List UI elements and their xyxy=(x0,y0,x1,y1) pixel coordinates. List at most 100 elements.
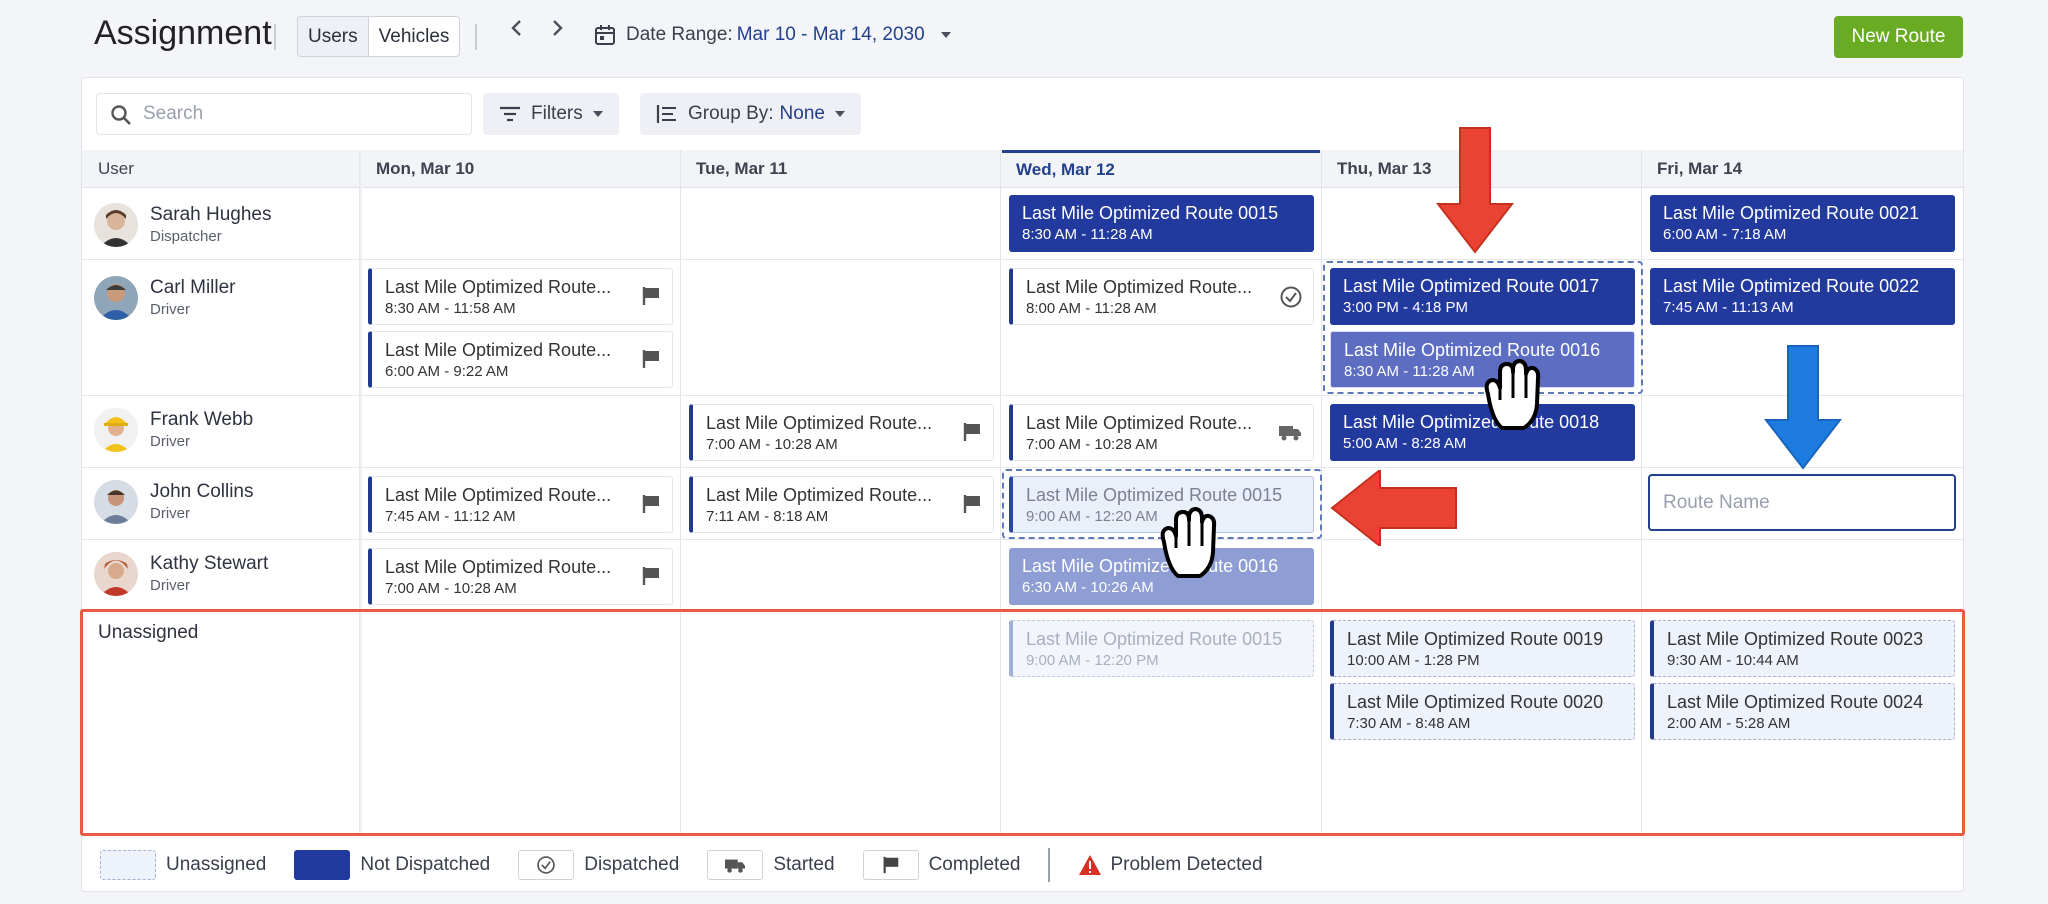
route-name: Last Mile Optimized Route... xyxy=(1026,413,1253,433)
route-card[interactable]: Last Mile Optimized Route... 8:30 AM - 1… xyxy=(368,268,673,325)
row-divider xyxy=(82,467,1963,468)
user-role: Driver xyxy=(150,433,190,450)
user-name: Sarah Hughes xyxy=(150,204,272,225)
route-card[interactable]: Last Mile Optimized Route... 7:45 AM - 1… xyxy=(368,476,673,533)
avatar xyxy=(94,552,138,596)
route-card[interactable]: Last Mile Optimized Route... 6:00 AM - 9… xyxy=(368,331,673,388)
started-truck-icon xyxy=(725,859,746,873)
route-name: Last Mile Optimized Route... xyxy=(706,413,933,433)
user-row-sarah-hughes[interactable]: Sarah Hughes Dispatcher xyxy=(94,203,271,247)
legend-swatch xyxy=(100,850,156,880)
legend-problem-detected: Problem Detected xyxy=(1078,854,1263,876)
started-truck-icon xyxy=(1279,426,1301,441)
route-card-ghost[interactable]: Last Mile Optimized Route 0015 9:00 AM -… xyxy=(1009,620,1314,677)
chevron-left-icon xyxy=(511,20,521,36)
route-time: 3:00 PM - 4:18 PM xyxy=(1343,299,1469,316)
route-card-unassigned[interactable]: Last Mile Optimized Route 0019 10:00 AM … xyxy=(1330,620,1635,677)
completed-flag-icon xyxy=(642,567,659,585)
route-time: 7:00 AM - 10:28 AM xyxy=(1026,436,1158,453)
legend-swatch xyxy=(707,850,764,880)
caret-down-icon xyxy=(940,32,951,38)
row-divider xyxy=(82,539,1963,540)
route-time: 8:00 AM - 11:28 AM xyxy=(1026,300,1157,317)
user-row-frank-webb[interactable]: Frank Webb Driver xyxy=(94,408,253,452)
legend-label: Not Dispatched xyxy=(360,854,491,875)
search-input[interactable] xyxy=(143,100,453,128)
route-time: 9:30 AM - 10:44 AM xyxy=(1667,652,1799,669)
route-name: Last Mile Optimized Route 0023 xyxy=(1667,629,1924,649)
route-time: 7:00 AM - 10:28 AM xyxy=(706,436,838,453)
route-name: Last Mile Optimized Route 0024 xyxy=(1667,692,1924,712)
dispatched-check-icon xyxy=(537,856,555,874)
completed-flag-icon xyxy=(963,495,980,513)
row-divider xyxy=(82,259,1963,260)
route-card[interactable]: Last Mile Optimized Route 0015 8:30 AM -… xyxy=(1009,195,1314,252)
prev-week-button[interactable] xyxy=(502,18,532,44)
route-time: 10:00 AM - 1:28 PM xyxy=(1347,652,1480,669)
arrow-left-red-icon xyxy=(1330,470,1457,546)
user-row-kathy-stewart[interactable]: Kathy Stewart Driver xyxy=(94,552,268,596)
route-time: 8:30 AM - 11:28 AM xyxy=(1022,226,1153,243)
unassigned-row-label: Unassigned xyxy=(98,622,199,643)
route-name-input[interactable] xyxy=(1650,476,1954,529)
route-time: 7:45 AM - 11:13 AM xyxy=(1663,299,1794,316)
date-range-picker[interactable]: Date Range: Mar 10 - Mar 14, 2030 xyxy=(594,24,951,46)
legend-swatch xyxy=(862,850,919,880)
user-role: Driver xyxy=(150,577,190,594)
route-card[interactable]: Last Mile Optimized Route 0022 7:45 AM -… xyxy=(1650,268,1955,325)
route-card[interactable]: Last Mile Optimized Route... 7:00 AM - 1… xyxy=(1009,404,1314,461)
route-card[interactable]: Last Mile Optimized Route 0017 3:00 PM -… xyxy=(1330,268,1635,325)
route-time: 6:00 AM - 9:22 AM xyxy=(385,363,509,380)
completed-flag-icon xyxy=(642,495,659,513)
new-route-button[interactable]: New Route xyxy=(1834,16,1963,58)
tab-users[interactable]: Users xyxy=(298,17,369,56)
route-time: 7:00 AM - 10:28 AM xyxy=(385,580,517,597)
divider xyxy=(475,24,477,50)
route-name: Last Mile Optimized Route 0021 xyxy=(1663,203,1920,223)
route-card[interactable]: Last Mile Optimized Route... 8:00 AM - 1… xyxy=(1009,268,1314,325)
legend-label: Dispatched xyxy=(584,854,680,875)
route-time: 8:30 AM - 11:58 AM xyxy=(385,300,516,317)
user-row-carl-miller[interactable]: Carl Miller Driver xyxy=(94,276,236,320)
legend-label: Problem Detected xyxy=(1110,854,1263,875)
column-header-wed: Wed, Mar 12 xyxy=(1002,150,1320,188)
user-role: Driver xyxy=(150,505,190,522)
row-divider xyxy=(82,395,1963,396)
next-week-button[interactable] xyxy=(542,18,572,44)
completed-flag-icon xyxy=(642,350,659,368)
view-toggle: Users Vehicles xyxy=(297,16,461,57)
tab-vehicles[interactable]: Vehicles xyxy=(369,17,460,56)
route-name: Last Mile Optimized Route 0017 xyxy=(1343,276,1600,296)
status-legend: Unassigned Not Dispatched Dispatched Sta… xyxy=(100,848,1291,882)
column-header-fri: Fri, Mar 14 xyxy=(1657,159,1743,178)
filter-icon xyxy=(500,106,520,122)
user-row-john-collins[interactable]: John Collins Driver xyxy=(94,480,254,524)
avatar xyxy=(94,276,138,320)
route-card-unassigned[interactable]: Last Mile Optimized Route 0020 7:30 AM -… xyxy=(1330,683,1635,740)
route-card-unassigned[interactable]: Last Mile Optimized Route 0024 2:00 AM -… xyxy=(1650,683,1955,740)
user-role: Driver xyxy=(150,301,190,318)
group-by-button[interactable]: Group By: None xyxy=(640,93,861,135)
route-card[interactable]: Last Mile Optimized Route... 7:11 AM - 8… xyxy=(689,476,994,533)
route-name: Last Mile Optimized Route... xyxy=(706,485,933,505)
route-card[interactable]: Last Mile Optimized Route... 7:00 AM - 1… xyxy=(368,548,673,605)
route-card[interactable]: Last Mile Optimized Route... 7:00 AM - 1… xyxy=(689,404,994,461)
completed-flag-icon xyxy=(883,856,898,874)
caret-down-icon xyxy=(834,111,845,117)
route-name: Last Mile Optimized Route 0015 xyxy=(1022,203,1279,223)
route-name: Last Mile Optimized Route 0020 xyxy=(1347,692,1604,712)
filters-button[interactable]: Filters xyxy=(483,93,619,135)
user-name: Kathy Stewart xyxy=(150,553,269,574)
route-time: 2:00 AM - 5:28 AM xyxy=(1667,715,1791,732)
date-range-label: Date Range: xyxy=(626,24,733,45)
group-by-value: None xyxy=(779,103,825,124)
legend-label: Unassigned xyxy=(166,854,267,875)
warning-triangle-icon xyxy=(1079,855,1102,875)
column-header-mon: Mon, Mar 10 xyxy=(376,159,475,178)
route-name: Last Mile Optimized Route... xyxy=(1026,277,1253,297)
route-time: 7:11 AM - 8:18 AM xyxy=(706,508,829,525)
route-card-unassigned[interactable]: Last Mile Optimized Route 0023 9:30 AM -… xyxy=(1650,620,1955,677)
legend-swatch xyxy=(518,850,575,880)
route-time: 6:00 AM - 7:18 AM xyxy=(1663,226,1787,243)
route-card[interactable]: Last Mile Optimized Route 0021 6:00 AM -… xyxy=(1650,195,1955,252)
